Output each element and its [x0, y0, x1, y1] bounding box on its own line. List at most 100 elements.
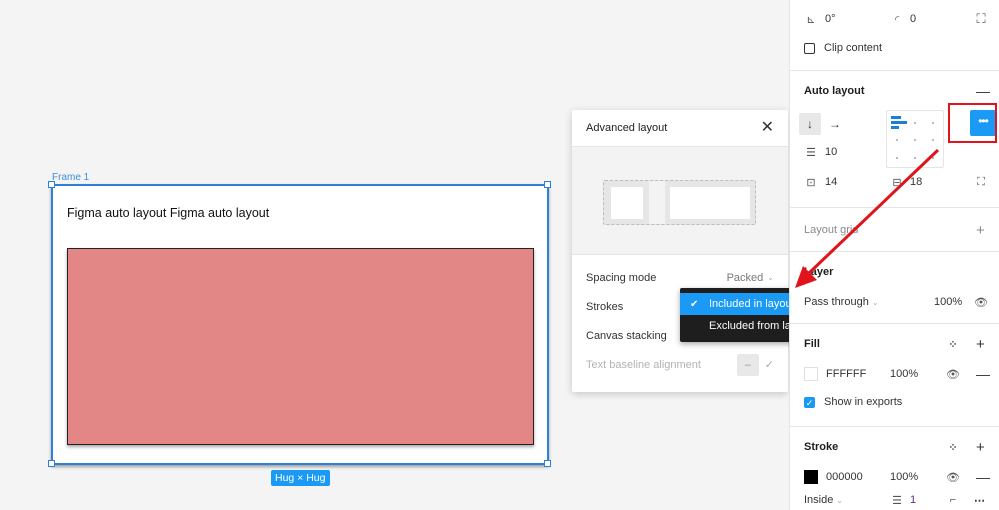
show-in-exports-label: Show in exports	[824, 396, 903, 408]
alignment-grid[interactable]	[886, 110, 944, 168]
blend-mode-select[interactable]: Pass through ⌄	[804, 296, 879, 308]
align-dot	[896, 157, 898, 159]
resize-handle-top-left[interactable]	[48, 181, 55, 188]
layer-section: Layer Pass through ⌄ 100% 👁	[790, 252, 999, 324]
align-dot	[914, 139, 916, 141]
align-dot	[896, 139, 898, 141]
clip-content-checkbox[interactable]	[804, 42, 815, 54]
resize-handle-bottom-left[interactable]	[48, 460, 55, 467]
align-dot	[932, 122, 934, 124]
spacing-mode-value: Packed	[726, 271, 764, 284]
fill-title: Fill	[804, 338, 820, 350]
align-bar	[891, 116, 901, 119]
vertical-padding-icon: ⊟	[892, 176, 902, 189]
add-fill-icon[interactable]: +	[976, 336, 985, 353]
individual-strokes-icon[interactable]: ⌐	[946, 494, 960, 506]
blend-mode-value: Pass through	[804, 296, 869, 308]
add-layout-grid-icon[interactable]: +	[976, 222, 985, 239]
properties-panel: ⊾ 0° ◜ 0 ⛶ Clip content Auto layout — ↓ …	[789, 0, 999, 510]
stroke-position-select[interactable]: Inside ⌄	[804, 494, 843, 506]
align-dot	[932, 157, 934, 159]
stroke-section: Stroke ⁘ + 000000 100% 👁 — Inside ⌄ ☰ 1 …	[790, 427, 999, 509]
layer-title: Layer	[804, 266, 834, 278]
direction-vertical-button[interactable]: ↓	[799, 113, 821, 135]
align-bar	[891, 126, 899, 129]
stroke-position-value: Inside	[804, 494, 834, 506]
fill-hex[interactable]: FFFFFF	[826, 368, 866, 380]
eye-icon[interactable]: 👁	[974, 296, 988, 309]
canvas-stacking-label: Canvas stacking	[586, 329, 667, 342]
stroke-title: Stroke	[804, 441, 839, 453]
option-label: Included in layout	[709, 298, 795, 310]
align-dot	[914, 122, 916, 124]
spacing-icon: ☰	[806, 146, 816, 159]
resize-handle-bottom-right[interactable]	[544, 460, 551, 467]
rotation-value[interactable]: 0°	[825, 13, 836, 25]
frame-1[interactable]: Figma auto layout Figma auto layout	[51, 184, 549, 465]
close-icon[interactable]: ✕	[761, 120, 774, 136]
add-stroke-icon[interactable]: +	[976, 439, 985, 456]
styles-icon[interactable]: ⁘	[946, 338, 960, 351]
remove-stroke-icon[interactable]: —	[976, 469, 990, 485]
layout-grid-section: Layout grid +	[790, 208, 999, 252]
stroke-weight-value[interactable]: 1	[910, 494, 916, 506]
spacing-mode-select[interactable]: Packed ⌄	[727, 272, 774, 284]
horizontal-padding-icon: ⊡	[806, 176, 816, 189]
chevron-down-icon: ⌄	[767, 273, 774, 282]
check-icon: ✔	[690, 298, 699, 310]
remove-fill-icon[interactable]: —	[976, 366, 990, 382]
layout-preview	[572, 147, 788, 255]
advanced-layout-panel: Advanced layout ✕ Spacing mode Packed ⌄ …	[572, 110, 788, 392]
frame-text-layer[interactable]: Figma auto layout Figma auto layout	[67, 206, 269, 220]
individual-padding-icon[interactable]: ⛶	[974, 176, 988, 189]
spacing-value[interactable]: 10	[825, 146, 837, 158]
size-badge: Hug × Hug	[271, 470, 330, 486]
corner-radius-icon: ◜	[894, 13, 900, 26]
text-baseline-toggle[interactable]: –	[736, 353, 759, 376]
align-dot	[914, 157, 916, 159]
advanced-layout-header: Advanced layout ✕	[572, 110, 788, 147]
more-options-icon[interactable]: ⋯	[974, 494, 985, 507]
vertical-padding-value[interactable]: 18	[910, 176, 922, 188]
auto-layout-title: Auto layout	[804, 85, 865, 97]
corner-radius-value[interactable]: 0	[910, 13, 916, 25]
stroke-weight-icon: ☰	[892, 494, 902, 507]
chevron-down-icon: ⌄	[836, 496, 844, 505]
spacing-mode-label: Spacing mode	[586, 271, 657, 284]
stroke-hex[interactable]: 000000	[826, 471, 863, 483]
show-in-exports-checkbox[interactable]: ✓	[804, 396, 815, 408]
rotation-icon: ⊾	[806, 13, 816, 26]
text-baseline-row: Text baseline alignment – ✓	[572, 350, 788, 379]
strokes-label: Strokes	[586, 300, 624, 313]
check-icon: ✓	[764, 359, 774, 371]
frame-section: ⊾ 0° ◜ 0 ⛶ Clip content	[790, 0, 999, 71]
clip-content-label: Clip content	[824, 42, 883, 54]
preview-item-small	[611, 187, 643, 219]
remove-auto-layout-icon[interactable]: —	[976, 83, 990, 99]
preview-item-large	[670, 187, 750, 219]
fill-opacity[interactable]: 100%	[890, 368, 918, 380]
direction-horizontal-button[interactable]: →	[829, 117, 841, 131]
chevron-down-icon: ⌄	[871, 298, 879, 307]
layer-opacity[interactable]: 100%	[934, 296, 962, 308]
independent-corners-icon[interactable]: ⛶	[974, 11, 988, 27]
preview-gap	[649, 181, 665, 224]
align-dot	[932, 139, 934, 141]
layout-grid-title: Layout grid	[804, 224, 859, 236]
advanced-layout-button[interactable]: •••	[970, 110, 996, 136]
rectangle-layer[interactable]	[67, 248, 534, 445]
eye-icon[interactable]: 👁	[946, 368, 960, 381]
fill-color-swatch[interactable]	[804, 367, 818, 381]
stroke-color-swatch[interactable]	[804, 470, 818, 484]
eye-icon[interactable]: 👁	[946, 471, 960, 484]
styles-icon[interactable]: ⁘	[946, 441, 960, 454]
resize-handle-top-right[interactable]	[544, 181, 551, 188]
advanced-layout-title: Advanced layout	[586, 122, 668, 134]
fill-section: Fill ⁘ + FFFFFF 100% 👁 — ✓ Show in expor…	[790, 324, 999, 427]
align-bar	[891, 121, 907, 124]
text-baseline-label: Text baseline alignment	[586, 358, 701, 371]
stroke-opacity[interactable]: 100%	[890, 471, 918, 483]
horizontal-padding-value[interactable]: 14	[825, 176, 837, 188]
frame-label[interactable]: Frame 1	[52, 172, 89, 183]
preview-container	[603, 180, 756, 225]
